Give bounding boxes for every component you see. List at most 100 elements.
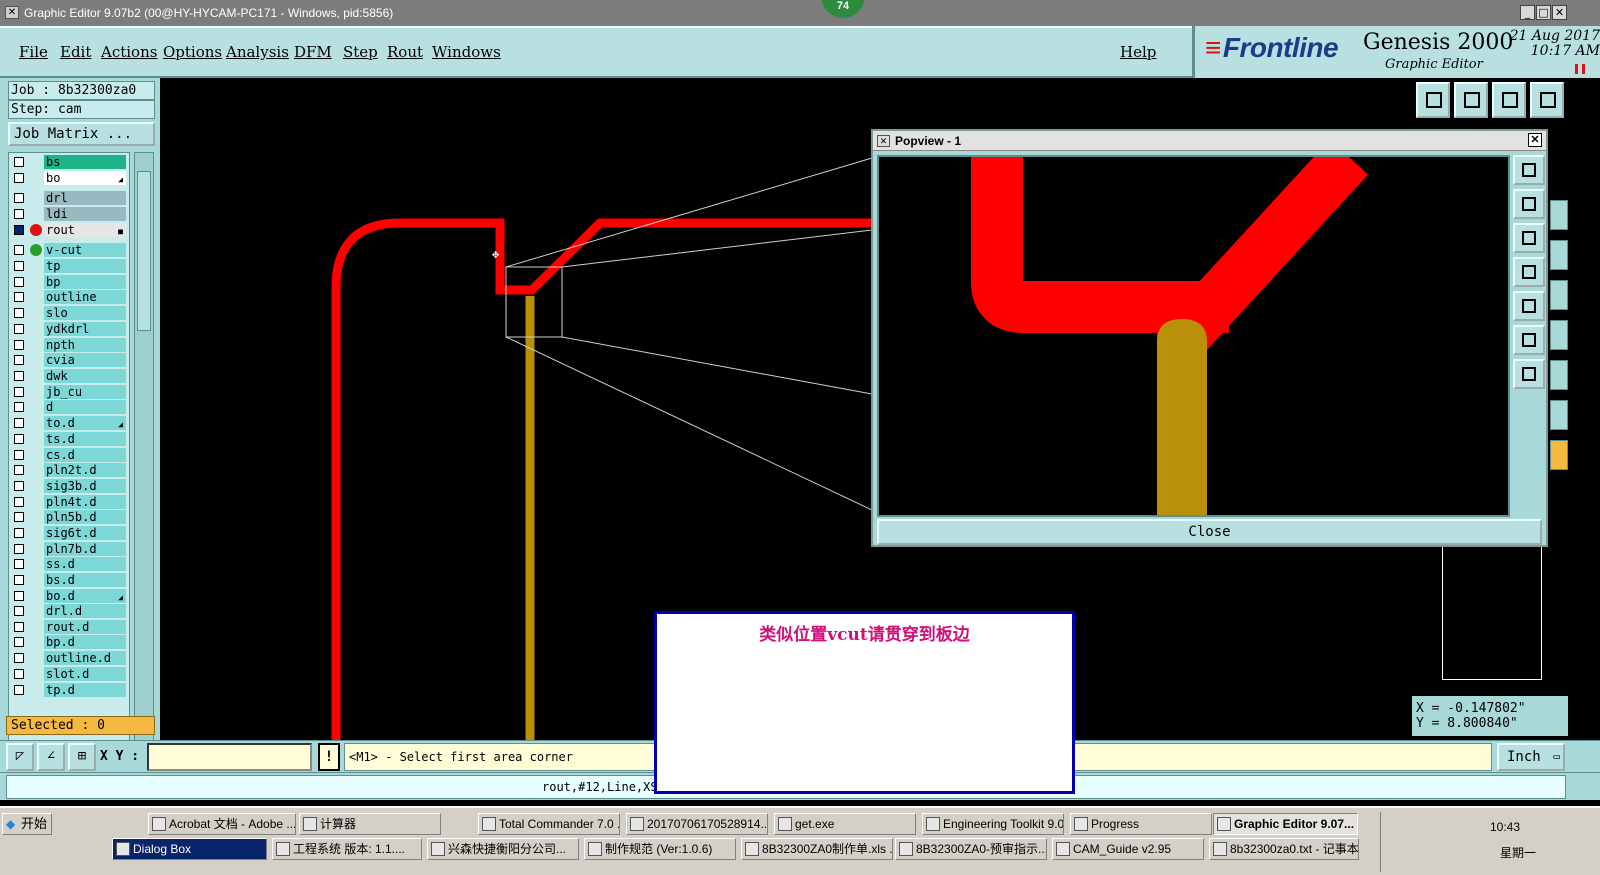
- popview-canvas[interactable]: [877, 139, 1510, 517]
- menu-file[interactable]: File: [19, 43, 48, 61]
- close-button[interactable]: ✕: [1552, 5, 1567, 20]
- layer-label[interactable]: dwk: [44, 369, 126, 383]
- layer-checkbox[interactable]: [14, 324, 24, 334]
- layer-label[interactable]: sig6t.d: [44, 526, 126, 540]
- tool-icon[interactable]: [1550, 360, 1568, 390]
- layer-label[interactable]: d: [44, 400, 126, 414]
- layer-row-d[interactable]: d: [9, 400, 129, 414]
- layer-label[interactable]: jb_cu: [44, 385, 126, 399]
- layer-label[interactable]: bo: [44, 171, 126, 185]
- pop-tool-icon[interactable]: [1513, 155, 1545, 185]
- layer-label[interactable]: bp: [44, 275, 126, 289]
- layer-row-slo[interactable]: slo: [9, 306, 129, 320]
- layer-checkbox[interactable]: [14, 434, 24, 444]
- tool-icon[interactable]: [1550, 320, 1568, 350]
- layer-checkbox[interactable]: [14, 402, 24, 412]
- layer-label[interactable]: cvia: [44, 353, 126, 367]
- layer-label[interactable]: tp: [44, 259, 126, 273]
- xy-input[interactable]: [147, 743, 312, 771]
- taskbar-button[interactable]: 8b32300za0.txt - 记事本: [1209, 838, 1359, 860]
- layer-checkbox[interactable]: [14, 261, 24, 271]
- menu-analysis[interactable]: Analysis: [226, 43, 289, 61]
- layer-checkbox[interactable]: [14, 193, 24, 203]
- layer-row-npth[interactable]: npth: [9, 338, 129, 352]
- layer-label[interactable]: pln4t.d: [44, 495, 126, 509]
- tool-icon[interactable]: [1550, 400, 1568, 430]
- layer-row-v-cut[interactable]: v-cut: [9, 243, 129, 257]
- layer-label[interactable]: slot.d: [44, 667, 126, 681]
- layer-row-sig3b-d[interactable]: sig3b.d: [9, 479, 129, 493]
- layer-label[interactable]: outline: [44, 290, 126, 304]
- layer-checkbox[interactable]: [14, 157, 24, 167]
- layer-label[interactable]: pln7b.d: [44, 542, 126, 556]
- taskbar-button[interactable]: Dialog Box: [112, 838, 267, 860]
- layer-label[interactable]: bs: [44, 155, 126, 169]
- layer-row-outline[interactable]: outline: [9, 290, 129, 304]
- menu-edit[interactable]: Edit: [60, 43, 91, 61]
- layer-scrollbar[interactable]: [134, 152, 154, 780]
- layer-checkbox[interactable]: [14, 637, 24, 647]
- tool-icon[interactable]: [1550, 240, 1568, 270]
- layer-label[interactable]: ldi: [44, 207, 126, 221]
- layer-row-drl-d[interactable]: drl.d: [9, 604, 129, 618]
- layer-checkbox[interactable]: [14, 622, 24, 632]
- overview-map[interactable]: [1442, 545, 1542, 680]
- menu-actions[interactable]: Actions: [101, 43, 157, 61]
- pop-tool-icon[interactable]: [1513, 257, 1545, 287]
- layer-row-slot-d[interactable]: slot.d: [9, 667, 129, 681]
- layer-checkbox[interactable]: [14, 292, 24, 302]
- maximize-button[interactable]: □: [1536, 5, 1551, 20]
- layer-checkbox[interactable]: [14, 387, 24, 397]
- layer-label[interactable]: bo.d: [44, 589, 126, 603]
- layer-checkbox[interactable]: [14, 340, 24, 350]
- layer-checkbox[interactable]: [14, 685, 24, 695]
- start-button[interactable]: 开始: [2, 813, 52, 835]
- layer-row-drl[interactable]: drl: [9, 191, 129, 205]
- layer-checkbox[interactable]: [14, 277, 24, 287]
- layer-label[interactable]: ydkdrl: [44, 322, 126, 336]
- taskbar-button[interactable]: 制作规范 (Ver:1.0.6): [584, 838, 736, 860]
- taskbar-button[interactable]: 兴森快捷衡阳分公司...: [427, 838, 579, 860]
- layer-checkbox[interactable]: [14, 209, 24, 219]
- layer-checkbox[interactable]: [14, 245, 24, 255]
- taskbar-button[interactable]: get.exe: [774, 813, 916, 835]
- home-icon[interactable]: [1492, 82, 1526, 118]
- layer-row-ts-d[interactable]: ts.d: [9, 432, 129, 446]
- taskbar-button[interactable]: 8B32300ZA0-预审指示...: [895, 838, 1047, 860]
- job-matrix-button[interactable]: Job Matrix ...: [8, 122, 155, 146]
- layer-row-bp[interactable]: bp: [9, 275, 129, 289]
- layer-checkbox[interactable]: [14, 559, 24, 569]
- taskbar-button[interactable]: 计算器: [299, 813, 441, 835]
- taskbar-button[interactable]: Acrobat 文档 - Adobe ...: [148, 813, 296, 835]
- layer-label[interactable]: drl.d: [44, 604, 126, 618]
- layer-label[interactable]: npth: [44, 338, 126, 352]
- layer-label[interactable]: outline.d: [44, 651, 126, 665]
- layer-checkbox[interactable]: [14, 450, 24, 460]
- zoom-in-icon[interactable]: [1454, 82, 1488, 118]
- fit-view-icon[interactable]: [1530, 82, 1564, 118]
- layer-label[interactable]: rout: [44, 223, 126, 237]
- layer-checkbox[interactable]: [14, 544, 24, 554]
- layer-checkbox[interactable]: [14, 355, 24, 365]
- layer-row-bs-d[interactable]: bs.d: [9, 573, 129, 587]
- layer-checkbox[interactable]: [14, 575, 24, 585]
- layer-label[interactable]: drl: [44, 191, 126, 205]
- menu-rout[interactable]: Rout: [387, 43, 423, 61]
- layer-label[interactable]: pln5b.d: [44, 510, 126, 524]
- taskbar-button[interactable]: Progress: [1070, 813, 1212, 835]
- layer-checkbox[interactable]: [14, 528, 24, 538]
- taskbar-button[interactable]: Engineering Toolkit 9.0...: [922, 813, 1064, 835]
- menu-step[interactable]: Step: [343, 43, 378, 61]
- angle-icon[interactable]: ∠: [37, 743, 65, 771]
- layer-label[interactable]: cs.d: [44, 448, 126, 462]
- layer-row-bs[interactable]: bs: [9, 155, 129, 169]
- layer-label[interactable]: bs.d: [44, 573, 126, 587]
- layer-row-rout-d[interactable]: rout.d: [9, 620, 129, 634]
- layer-checkbox[interactable]: [14, 371, 24, 381]
- popview-close-button[interactable]: Close: [877, 519, 1542, 545]
- layer-checkbox[interactable]: [14, 481, 24, 491]
- layer-row-jb-cu[interactable]: jb_cu: [9, 385, 129, 399]
- clock[interactable]: 10:43: [1490, 820, 1520, 834]
- layer-row-tp-d[interactable]: tp.d: [9, 683, 129, 697]
- layer-label[interactable]: ts.d: [44, 432, 126, 446]
